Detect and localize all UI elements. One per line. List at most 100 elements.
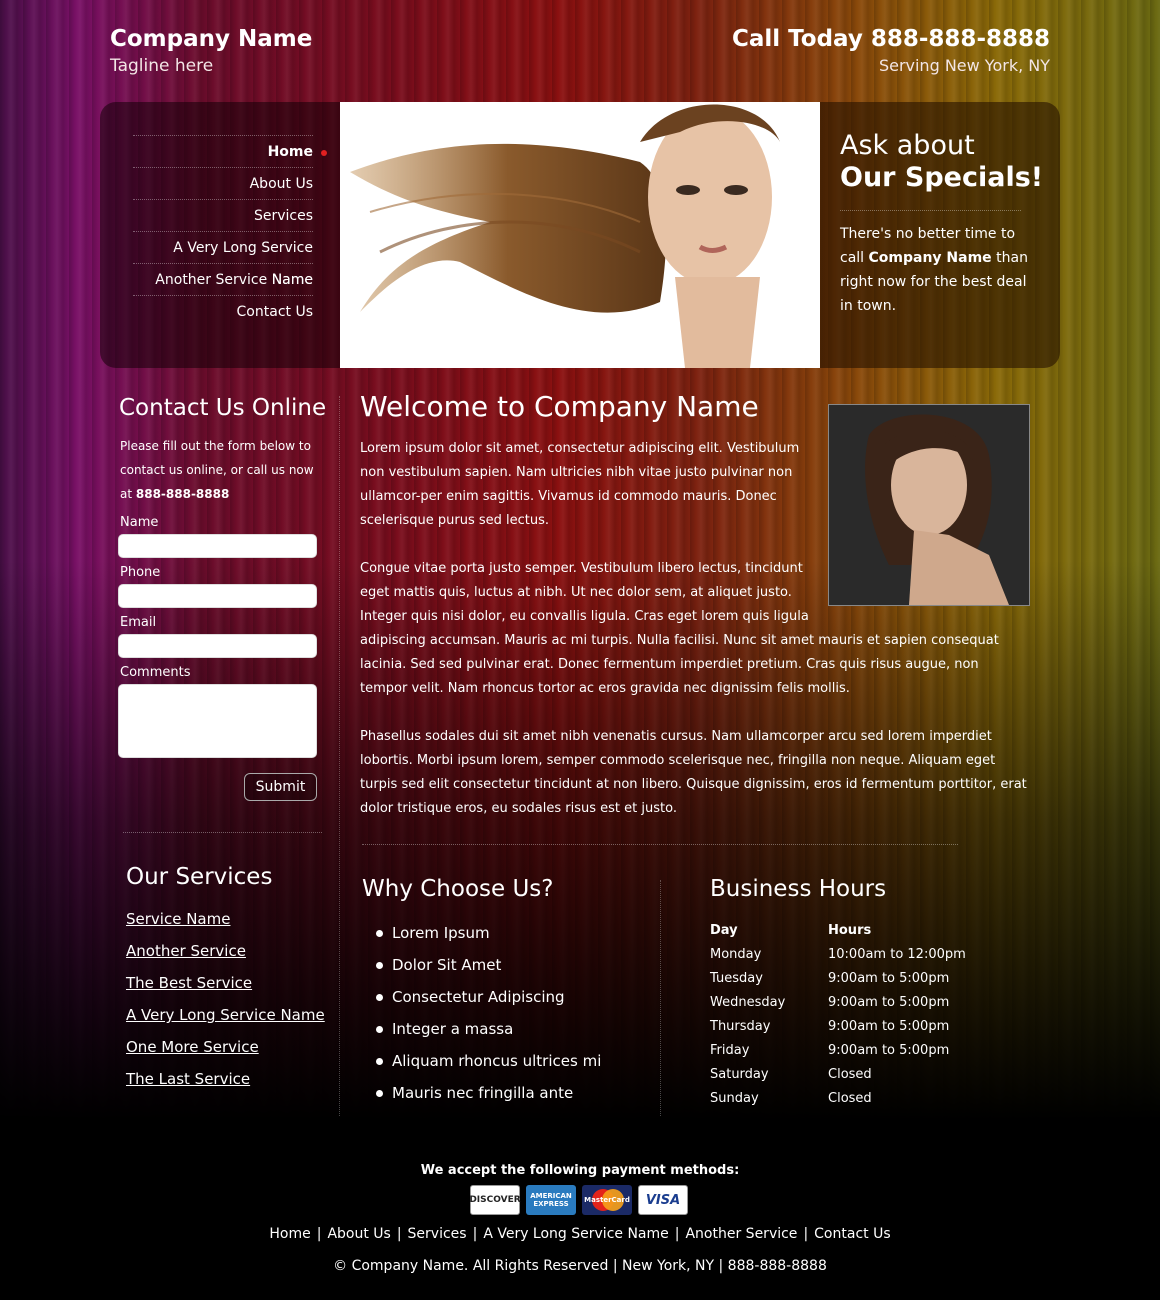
services-list: Service Name Another Service The Best Se… — [126, 906, 325, 1098]
hours-table: Day Hours Monday 10:00am to 12:00pm Tuesd… — [710, 918, 966, 1110]
service-link[interactable]: Another Service — [126, 938, 325, 970]
hero-woman-hair-image — [340, 102, 820, 368]
why-item: Lorem Ipsum — [374, 920, 601, 952]
call-today-phone: Call Today 888-888-8888 — [731, 26, 1050, 52]
nav-item-label: Home — [267, 144, 313, 160]
table-row: Thursday 9:00am to 5:00pm — [710, 1014, 966, 1038]
table-row: Monday 10:00am to 12:00pm — [710, 942, 966, 966]
hero-illustration — [350, 104, 780, 368]
portrait-illustration — [829, 405, 1029, 605]
why-item: Integer a massa — [374, 1016, 601, 1048]
why-item: Mauris nec fringilla ante — [374, 1080, 601, 1112]
hero-banner: Home About Us Services A Very Long Servi… — [100, 102, 1060, 368]
welcome-title: Welcome to Company Name — [360, 390, 759, 423]
hours-cell: 9:00am to 5:00pm — [828, 970, 950, 986]
comments-field[interactable] — [118, 684, 317, 758]
day-cell: Saturday — [710, 1066, 769, 1082]
specials-panel: Ask about Our Specials! There's no bette… — [820, 102, 1060, 368]
service-link[interactable]: Service Name — [126, 906, 325, 938]
why-list: Lorem Ipsum Dolor Sit Amet Consectetur A… — [374, 920, 601, 1112]
phone-field[interactable] — [118, 584, 317, 608]
hours-col-day: Day — [710, 922, 738, 938]
day-cell: Tuesday — [710, 970, 763, 986]
service-link[interactable]: The Best Service — [126, 970, 325, 1002]
payment-cards: DISCOVER AMERICAN EXPRESS MasterCard VIS… — [469, 1185, 688, 1215]
hours-cell: 9:00am to 5:00pm — [828, 1042, 950, 1058]
nav-item-home[interactable]: Home — [133, 136, 327, 168]
footer-link-home[interactable]: Home — [269, 1226, 310, 1242]
hours-cell: 9:00am to 5:00pm — [828, 1018, 950, 1034]
why-item: Aliquam rhoncus ultrices mi — [374, 1048, 601, 1080]
service-link[interactable]: One More Service — [126, 1034, 325, 1066]
why-title: Why Choose Us? — [362, 876, 554, 902]
table-row: Wednesday 9:00am to 5:00pm — [710, 990, 966, 1014]
footer-link-long-service[interactable]: A Very Long Service Name — [483, 1226, 668, 1242]
copyright: © Company Name. All Rights Reserved | Ne… — [333, 1258, 827, 1274]
services-title: Our Services — [126, 864, 273, 890]
main-nav: Home About Us Services A Very Long Servi… — [100, 102, 340, 368]
footer-link-about-us[interactable]: About Us — [327, 1226, 390, 1242]
welcome-text: Lorem ipsum dolor sit amet, consectetur … — [360, 404, 1030, 845]
hours-col-hours: Hours — [828, 922, 872, 938]
footer-separator: | — [472, 1226, 478, 1242]
why-item: Consectetur Adipiscing — [374, 984, 601, 1016]
company-name[interactable]: Company Name — [110, 26, 312, 52]
nav-item-label: About Us — [249, 176, 313, 192]
nav-item-label: Contact Us — [236, 304, 313, 320]
footer-link-contact-us[interactable]: Contact Us — [814, 1226, 890, 1242]
day-cell: Monday — [710, 946, 762, 962]
nav-item-another-service[interactable]: Another Service Name — [133, 264, 313, 296]
active-dot-icon — [321, 150, 327, 156]
welcome-paragraph: Phasellus sodales dui sit amet nibh vene… — [360, 729, 1027, 816]
column-separator — [660, 880, 661, 1116]
specials-heading-line1: Ask about — [840, 130, 975, 161]
email-field[interactable] — [118, 634, 317, 658]
main-divider — [362, 844, 958, 845]
contact-phone: 888-888-8888 — [135, 487, 230, 501]
footer-nav: Home | About Us | Services | A Very Long Servi… — [0, 1226, 1160, 1242]
specials-divider — [840, 210, 1021, 211]
hours-cell: 9:00am to 5:00pm — [828, 994, 950, 1010]
portrait-photo — [828, 404, 1030, 606]
nav-item-about-us[interactable]: About Us — [133, 168, 313, 200]
table-row: Tuesday 9:00am to 5:00pm — [710, 966, 966, 990]
mastercard-card-icon: MasterCard — [582, 1185, 632, 1215]
submit-button[interactable]: Submit — [244, 773, 317, 801]
specials-text: There's no better time to call Company N… — [840, 226, 1028, 314]
footer-link-another-service[interactable]: Another Service — [685, 1226, 797, 1242]
phone-label: Phone — [120, 565, 161, 580]
main-nav-list: Home About Us Services A Very Long Servi… — [133, 135, 327, 328]
hours-header-row: Day Hours — [710, 918, 966, 942]
footer-link-services[interactable]: Services — [408, 1226, 467, 1242]
name-label: Name — [120, 515, 159, 530]
amex-card-icon: AMERICAN EXPRESS — [526, 1185, 576, 1215]
footer-separator: | — [674, 1226, 680, 1242]
contact-form-title: Contact Us Online — [119, 395, 327, 421]
left-divider — [123, 832, 322, 833]
footer-separator: | — [396, 1226, 402, 1242]
hours-cell: Closed — [828, 1066, 872, 1082]
name-field[interactable] — [118, 534, 317, 558]
comments-label: Comments — [120, 665, 191, 680]
day-cell: Friday — [710, 1042, 750, 1058]
hours-cell: 10:00am to 12:00pm — [828, 946, 966, 962]
table-row: Saturday Closed — [710, 1062, 966, 1086]
day-cell: Sunday — [710, 1090, 759, 1106]
service-link[interactable]: A Very Long Service Name — [126, 1002, 325, 1034]
hours-cell: Closed — [828, 1090, 872, 1106]
nav-item-label: Services — [253, 208, 313, 224]
contact-intro: Please fill out the form below to contac… — [120, 439, 314, 501]
nav-item-long-service[interactable]: A Very Long Service Name — [133, 232, 313, 288]
day-cell: Thursday — [710, 1018, 771, 1034]
nav-item-contact-us[interactable]: Contact Us — [133, 296, 313, 328]
hours-title: Business Hours — [710, 876, 887, 902]
why-item: Dolor Sit Amet — [374, 952, 601, 984]
column-separator — [339, 396, 340, 1116]
footer-separator: | — [803, 1226, 809, 1242]
table-row: Sunday Closed — [710, 1086, 966, 1110]
nav-item-label: Another Service Name — [155, 272, 313, 288]
service-link[interactable]: The Last Service — [126, 1066, 325, 1098]
nav-item-services[interactable]: Services — [133, 200, 313, 232]
table-row: Friday 9:00am to 5:00pm — [710, 1038, 966, 1062]
visa-card-icon: VISA — [638, 1185, 688, 1215]
